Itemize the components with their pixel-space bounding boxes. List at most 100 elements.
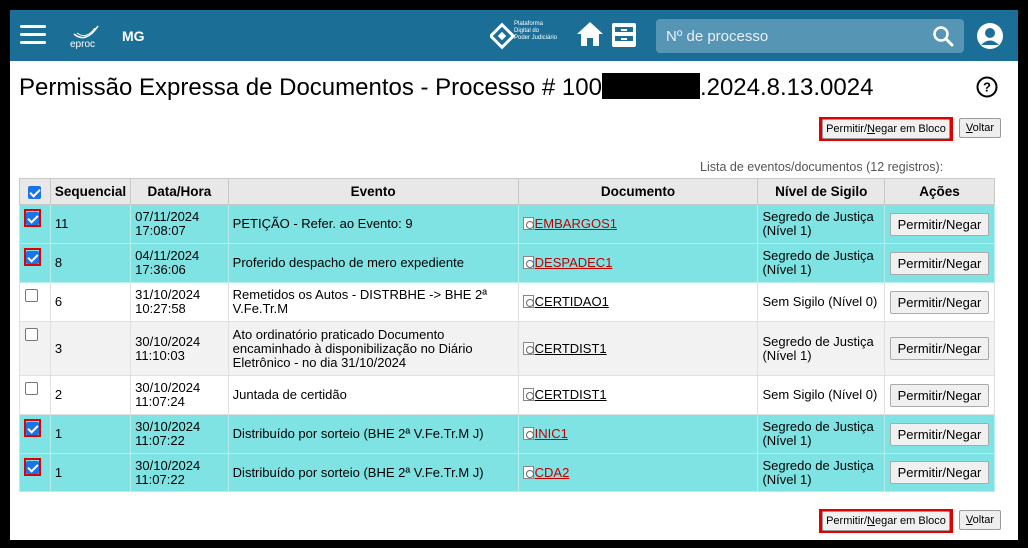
document-link[interactable]: CDA2 — [535, 465, 570, 480]
voltar-button-bottom[interactable]: Voltar — [959, 510, 1001, 530]
document-icon — [522, 217, 534, 230]
action-cell: Permitir/Negar — [884, 375, 995, 415]
datetime-cell: 31/10/2024 10:27:58 — [130, 282, 229, 322]
date-text: 30/10/2024 — [135, 419, 201, 434]
permitir-negar-button[interactable]: Permitir/Negar — [890, 251, 989, 275]
events-table: Sequencial Data/Hora Evento Documento Ní… — [19, 178, 995, 492]
time-text: 11:07:22 — [135, 433, 185, 448]
checkbox-wrap — [24, 287, 39, 303]
label-part: Permitir/ — [826, 123, 868, 135]
pdpj-line: Plataforma — [514, 21, 544, 27]
action-cell: Permitir/Negar — [884, 414, 995, 454]
column-header: Ações — [884, 178, 995, 205]
process-number-input[interactable] — [656, 19, 926, 53]
pdpj-line: Digital do — [514, 28, 540, 34]
document-icon — [522, 427, 534, 440]
label-part: egar em Bloco — [874, 515, 946, 527]
table-row: 3 30/10/2024 11:10:03 Ato ordinatório prati… — [19, 321, 995, 376]
label-part: egar em Bloco — [874, 123, 946, 135]
label-part: oltar — [972, 122, 995, 134]
document-link[interactable]: EMBARGOS1 — [535, 216, 617, 231]
event-cell: Proferido despacho de mero expediente — [227, 243, 519, 283]
datetime-cell: 30/10/2024 11:07:24 — [130, 375, 229, 415]
select-all-checkbox[interactable] — [28, 185, 42, 199]
sigilo-cell: Segredo de Justiça (Nível 1) — [757, 414, 885, 454]
select-cell — [19, 204, 51, 244]
datetime-cell: 30/10/2024 11:07:22 — [130, 414, 229, 454]
document-link[interactable]: DESPADEC1 — [535, 255, 613, 270]
permitir-negar-em-bloco-button[interactable]: Permitir/Negar em Bloco — [822, 119, 950, 139]
row-checkbox[interactable] — [26, 461, 39, 475]
row-checkbox[interactable] — [26, 422, 39, 436]
table-header-row: Sequencial Data/Hora Evento Documento Ní… — [19, 178, 995, 205]
time-text: 17:08:07 — [135, 223, 186, 238]
checkbox-wrap — [24, 326, 39, 342]
select-cell — [19, 375, 51, 415]
datetime-cell: 30/10/2024 11:10:03 — [130, 321, 229, 376]
svg-text:?: ? — [983, 80, 991, 95]
seq-cell: 1 — [49, 453, 132, 492]
row-checkbox[interactable] — [26, 251, 39, 265]
row-checkbox[interactable] — [25, 289, 38, 303]
document-link[interactable]: CERTDIST1 — [535, 387, 607, 402]
column-header: Sequencial — [49, 178, 132, 205]
voltar-button[interactable]: Voltar — [959, 118, 1001, 138]
table-row: 2 30/10/2024 11:07:24 Juntada de certidão CE… — [19, 375, 995, 415]
select-cell — [19, 282, 51, 322]
date-text: 30/10/2024 — [135, 457, 201, 473]
document-icon — [522, 341, 534, 355]
permitir-negar-button[interactable]: Permitir/Negar — [890, 383, 989, 407]
date-text: 04/11/2024 — [135, 248, 200, 263]
pdpj-text: Plataforma Digital do Poder Judiciário — [514, 21, 557, 42]
hamburger-icon[interactable] — [20, 25, 46, 45]
seq-cell: 3 — [49, 321, 132, 376]
event-cell: Remetidos os Autos - DISTRBHE -> BHE 2ª … — [227, 282, 519, 322]
seq-cell: 2 — [49, 375, 132, 415]
permitir-negar-button[interactable]: Permitir/Negar — [890, 290, 989, 314]
home-icon[interactable] — [576, 21, 604, 47]
sigilo-cell: Segredo de Justiça (Nível 1) — [757, 453, 885, 492]
permitir-negar-button[interactable]: Permitir/Negar — [890, 337, 989, 360]
inbox-icon[interactable] — [610, 21, 638, 49]
date-text: 31/10/2024 — [135, 287, 201, 302]
document-link[interactable]: CERTIDAO1 — [535, 294, 609, 309]
checkbox-wrap — [24, 380, 39, 396]
select-cell — [19, 243, 51, 283]
date-text: 07/11/2024 — [135, 209, 200, 224]
pdpj-line: Poder Judiciário — [514, 35, 558, 41]
permitir-negar-button[interactable]: Permitir/Negar — [890, 212, 989, 236]
document-link[interactable]: INIC1 — [535, 426, 568, 441]
event-cell: Ato ordinatório praticado Documento enca… — [227, 321, 519, 376]
row-checkbox[interactable] — [26, 212, 39, 226]
datetime-cell: 04/11/2024 17:36:06 — [130, 243, 229, 283]
table-row: 1 30/10/2024 11:07:22 Distribuído por sorte… — [19, 414, 995, 454]
sigilo-cell: Segredo de Justiça (Nível 1) — [757, 204, 885, 244]
checkbox-wrap — [24, 248, 41, 267]
sigilo-cell: Segredo de Justiça (Nível 1) — [757, 243, 885, 283]
document-link[interactable]: CERTDIST1 — [535, 341, 607, 356]
table-row: 1 30/10/2024 11:07:22 Distribuído por sorte… — [19, 453, 995, 492]
search-box — [656, 19, 964, 53]
search-icon[interactable] — [932, 25, 954, 47]
user-icon[interactable] — [976, 22, 1004, 50]
document-icon — [522, 256, 534, 269]
row-checkbox[interactable] — [25, 328, 38, 342]
permitir-negar-button[interactable]: Permitir/Negar — [890, 422, 989, 446]
action-cell: Permitir/Negar — [884, 243, 995, 283]
help-icon[interactable]: ? — [976, 76, 998, 98]
label-part: Permitir/ — [826, 515, 868, 527]
row-checkbox[interactable] — [25, 382, 38, 396]
date-text: 30/10/2024 — [135, 333, 201, 349]
permitir-negar-button[interactable]: Permitir/Negar — [890, 461, 989, 484]
document-cell: CERTDIST1 — [517, 321, 759, 376]
seq-cell: 8 — [49, 243, 132, 283]
permitir-negar-em-bloco-button-bottom[interactable]: Permitir/Negar em Bloco — [822, 511, 950, 531]
action-cell: Permitir/Negar — [884, 321, 995, 376]
label-part: oltar — [972, 514, 995, 526]
time-text: 11:10:03 — [135, 347, 185, 363]
action-cell: Permitir/Negar — [884, 453, 995, 492]
label-part: N — [867, 515, 875, 527]
seq-cell: 1 — [49, 414, 132, 454]
document-cell: INIC1 — [517, 414, 759, 454]
seq-cell: 11 — [49, 204, 132, 244]
